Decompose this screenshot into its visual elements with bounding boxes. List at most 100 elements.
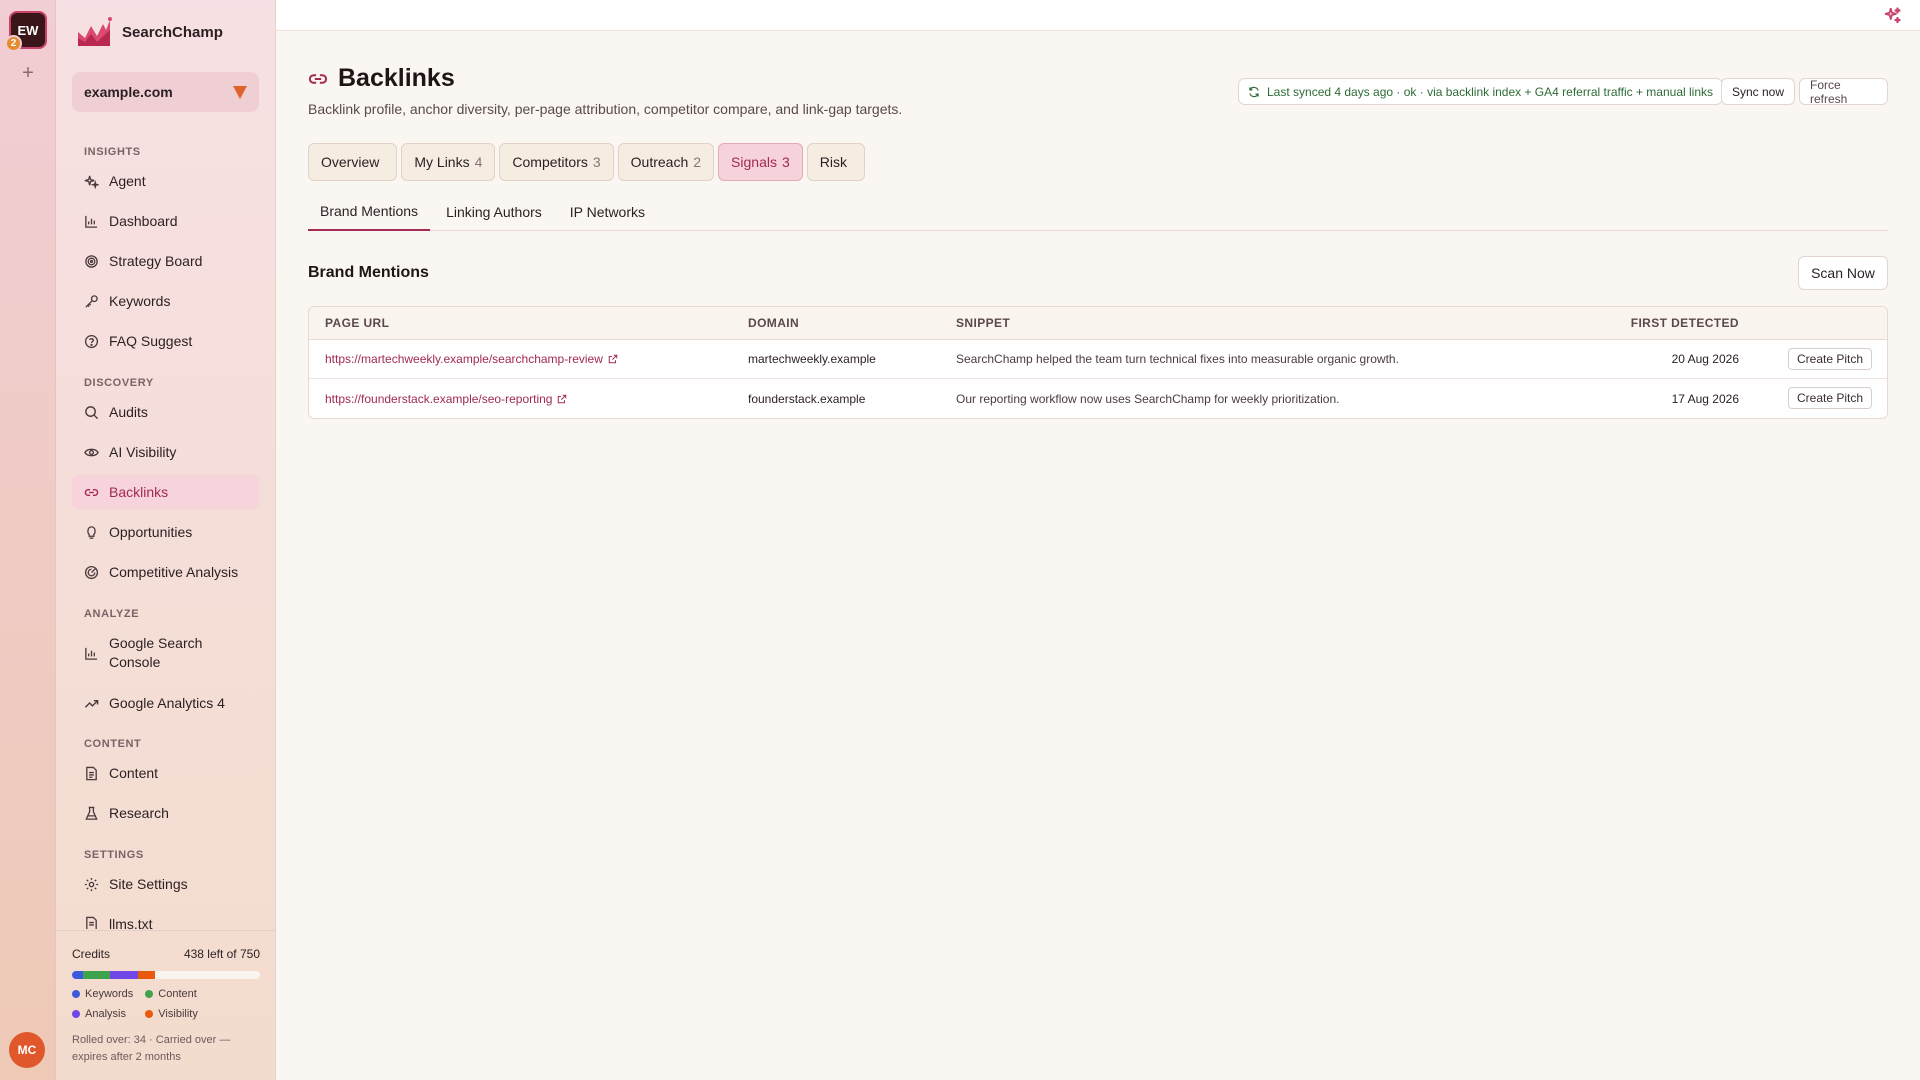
ai-sparkle-icon[interactable]	[1884, 6, 1902, 24]
sidebar-item-audits[interactable]: Audits	[72, 395, 259, 429]
legend-item-analysis: Analysis	[72, 1008, 133, 1020]
sidebar-item-label: Research	[109, 805, 169, 821]
credits-rollover-note: Rolled over: 34 · Carried over — expires…	[72, 1034, 231, 1063]
legend-item-visibility: Visibility	[145, 1008, 198, 1020]
credits-segment-keywords	[72, 971, 84, 979]
key-icon	[85, 294, 98, 308]
sidebar-item-label: Opportunities	[109, 524, 193, 540]
legend-item-content: Content	[145, 988, 198, 1000]
tab-outreach[interactable]: Outreach 2	[617, 143, 715, 181]
bar-chart-icon	[85, 215, 98, 228]
sidebar-item-opportunities[interactable]: Opportunities	[72, 515, 259, 549]
external-link-icon	[558, 394, 567, 403]
eye-icon	[84, 448, 99, 456]
help-circle-icon	[84, 334, 99, 348]
sidebar-item-agent[interactable]: Agent	[72, 164, 259, 198]
top-bar	[276, 0, 1920, 31]
column-header-domain[interactable]: DOMAIN	[748, 307, 799, 339]
user-avatar[interactable]: MC	[9, 1032, 45, 1068]
document-icon	[86, 916, 97, 929]
credits-usage-bar	[72, 971, 260, 979]
table-row: https://martechweekly.example/searchcham…	[309, 340, 1887, 379]
subtab-brand-mentions[interactable]: Brand Mentions	[308, 193, 431, 231]
sidebar-item-label: AI Visibility	[109, 444, 177, 460]
refresh-icon	[1249, 86, 1259, 97]
add-workspace-button[interactable]: +	[18, 62, 38, 85]
external-link-icon	[608, 354, 618, 364]
credits-remaining: 438 left of 750	[183, 947, 260, 961]
sidebar-item-strategy-board[interactable]: Strategy Board	[72, 244, 259, 278]
bar-chart-icon	[85, 647, 98, 660]
first-detected-cell: 17 Aug 2026	[1671, 391, 1739, 406]
tab-risk[interactable]: Risk	[806, 143, 865, 181]
tab-overview[interactable]: Overview	[308, 143, 398, 181]
flask-icon	[85, 806, 98, 820]
sidebar-item-site-settings[interactable]: Site Settings	[72, 867, 259, 901]
nav-section-insights: INSIGHTS	[84, 146, 141, 158]
page-url-link[interactable]: https://martechweekly.example/searchcham…	[325, 340, 618, 378]
page-title: Backlinks	[338, 64, 455, 92]
legend-item-keywords: Keywords	[72, 988, 133, 1000]
credits-panel: Credits 438 left of 750 Keywords Content…	[56, 930, 276, 1080]
signals-subtabs: Brand Mentions Linking Authors IP Networ…	[308, 193, 1888, 231]
gear-icon	[84, 877, 99, 891]
force-refresh-button[interactable]: Force refresh	[1799, 78, 1888, 106]
column-header-snippet[interactable]: SNIPPET	[956, 307, 1010, 339]
site-selector-value: example.com	[84, 84, 173, 100]
sidebar-item-dashboard[interactable]: Dashboard	[72, 204, 259, 238]
nav-section-settings: SETTINGS	[84, 849, 144, 861]
nav-section-discovery: DISCOVERY	[84, 377, 154, 389]
sync-now-button[interactable]: Sync now	[1721, 78, 1796, 105]
main-tabs: Overview My Links 4 Competitors 3 Outreach…	[308, 143, 865, 181]
sidebar-item-google-analytics-4[interactable]: Google Analytics 4	[72, 686, 259, 720]
domain-cell: martechweekly.example	[748, 352, 876, 366]
create-pitch-button[interactable]: Create Pitch	[1788, 387, 1873, 409]
credits-segment-visibility	[137, 971, 155, 979]
first-detected-cell: 20 Aug 2026	[1671, 352, 1739, 366]
sidebar-item-llms-txt[interactable]: llms.txt	[72, 907, 259, 929]
subtab-ip-networks[interactable]: IP Networks	[558, 193, 657, 231]
column-header-first-detected[interactable]: FIRST DETECTED	[1609, 307, 1739, 339]
subtab-linking-authors[interactable]: Linking Authors	[434, 193, 554, 231]
tab-signals[interactable]: Signals 3	[718, 143, 803, 181]
create-pitch-button[interactable]: Create Pitch	[1788, 348, 1873, 370]
sidebar-item-ai-visibility[interactable]: AI Visibility	[72, 435, 259, 469]
site-selector[interactable]: example.com	[72, 72, 259, 112]
brand[interactable]: SearchChamp	[76, 16, 223, 48]
tab-my-links[interactable]: My Links 4	[401, 143, 496, 181]
credits-segment-analysis	[109, 971, 138, 979]
sidebar-item-label: Google Search Console	[109, 634, 202, 672]
sidebar-item-label: Agent	[109, 173, 146, 189]
sidebar-item-label: Backlinks	[109, 484, 169, 500]
lightbulb-icon	[87, 525, 96, 539]
link-icon	[308, 73, 328, 84]
workspace-rail: EW 2 + MC	[0, 0, 56, 1080]
search-icon	[85, 405, 99, 419]
scan-now-button[interactable]: Scan Now	[1798, 256, 1888, 290]
sidebar-item-label-line2: Console	[109, 654, 161, 670]
page-url-link[interactable]: https://founderstack.example/seo-reporti…	[325, 379, 567, 418]
sidebar-item-keywords[interactable]: Keywords	[72, 284, 259, 318]
column-header-page-url[interactable]: PAGE URL	[325, 307, 389, 339]
sidebar-item-google-search-console[interactable]: Google Search Console	[72, 631, 259, 675]
table-row: https://founderstack.example/seo-reporti…	[309, 379, 1887, 418]
tab-competitors[interactable]: Competitors 3	[499, 143, 614, 181]
sidebar-item-label: Content	[109, 765, 159, 781]
sidebar-item-label: Google Analytics 4	[109, 695, 225, 711]
trending-up-icon	[84, 699, 99, 708]
sync-status-text: Last synced 4 days ago · ok · via backli…	[1267, 84, 1713, 99]
section-title: Brand Mentions	[308, 264, 429, 281]
workspace-notification-badge: 2	[5, 35, 22, 52]
sidebar-item-competitive-analysis[interactable]: Competitive Analysis	[72, 555, 259, 589]
sidebar: SearchChamp example.com INSIGHTS Agent D…	[56, 0, 276, 1080]
sidebar-item-faq-suggest[interactable]: FAQ Suggest	[72, 324, 259, 358]
credits-segment-content	[83, 971, 110, 979]
sidebar-item-label: Dashboard	[109, 213, 178, 229]
sidebar-item-label: Site Settings	[109, 876, 188, 892]
searchchamp-logo-icon	[78, 17, 112, 46]
sidebar-item-content[interactable]: Content	[72, 756, 259, 790]
sidebar-item-backlinks[interactable]: Backlinks	[72, 475, 259, 509]
sidebar-item-research[interactable]: Research	[72, 796, 259, 830]
brand-mentions-table: PAGE URL DOMAIN SNIPPET FIRST DETECTED h…	[308, 306, 1888, 419]
radar-icon	[84, 565, 99, 579]
